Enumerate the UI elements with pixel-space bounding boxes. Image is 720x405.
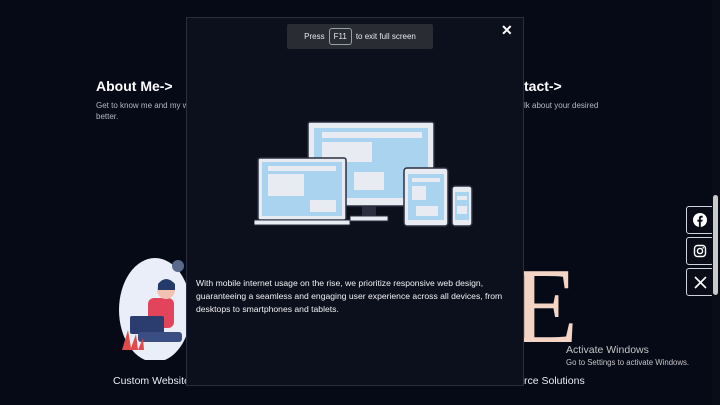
facebook-button[interactable] [686, 206, 714, 234]
instagram-icon [693, 244, 707, 258]
about-me-text-line1: Get to know me and my wo [96, 101, 193, 110]
fullscreen-notice-before: Press [304, 32, 325, 41]
fullscreen-notice-after: to exit full screen [355, 32, 416, 41]
person-illustration [119, 258, 190, 360]
about-me-text: Get to know me and my wo better. [96, 100, 193, 122]
x-button[interactable] [686, 268, 714, 296]
contact-heading[interactable]: tact-> [524, 78, 562, 94]
activate-windows-title: Activate Windows [566, 344, 649, 356]
custom-website-caption: Custom Website [113, 375, 190, 387]
about-me-heading[interactable]: About Me-> [96, 78, 173, 94]
responsive-devices-illustration [254, 121, 473, 227]
windows-activation-watermark: Activate Windows Go to Settings to activ… [566, 344, 689, 367]
close-icon[interactable]: ✕ [501, 23, 513, 37]
modal-description: With mobile internet usage on the rise, … [196, 278, 503, 314]
fullscreen-notice: Press F11 to exit full screen [287, 24, 433, 49]
ecommerce-caption: rce Solutions [524, 375, 585, 387]
x-icon [693, 275, 707, 289]
facebook-icon [693, 213, 707, 227]
f11-key: F11 [328, 28, 352, 45]
contact-text: lk about your desired [524, 101, 599, 110]
activate-windows-subtitle: Go to Settings to activate Windows. [566, 358, 690, 367]
about-me-text-line2: better. [96, 112, 119, 121]
scrollbar-thumb[interactable] [713, 195, 718, 295]
instagram-button[interactable] [686, 237, 714, 265]
